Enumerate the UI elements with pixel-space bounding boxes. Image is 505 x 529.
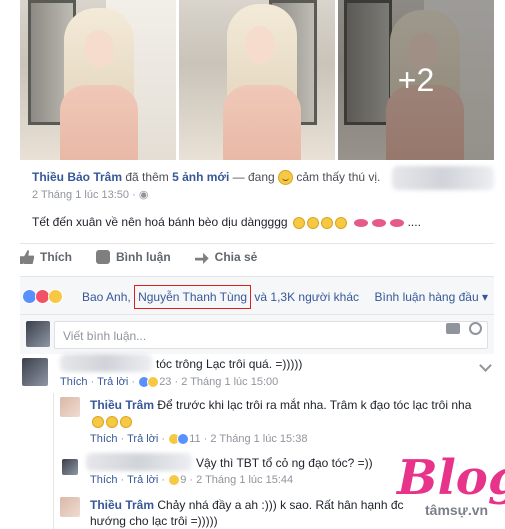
comment-author[interactable]: Thiều Trâm: [90, 398, 154, 412]
comment-timestamp[interactable]: 2 Tháng 1 lúc 15:44: [196, 474, 293, 486]
kiss-emoji-icon: [354, 218, 369, 227]
comment-like-link[interactable]: Thích: [90, 474, 118, 486]
tongue-emoji-icon: [334, 216, 347, 229]
comment-reply-link[interactable]: Trả lời: [127, 474, 158, 486]
tongue-emoji-icon: [306, 216, 319, 229]
reply-thread-line: [53, 393, 54, 529]
thumbs-up-icon: [20, 250, 34, 264]
reaction-icons[interactable]: [22, 289, 63, 304]
tongue-emoji-icon: [320, 216, 333, 229]
comment-text: Vậy thì TBT tổ cỏ ng đạo tóc? =)): [196, 456, 373, 470]
haha-reaction-icon: [48, 289, 63, 304]
comment-meta: Thích · Trả lời · 11 · 2 Tháng 1 lúc 15:…: [90, 433, 308, 446]
post-caption: Tết đến xuân về nên hoá bánh bèo dịu dàn…: [32, 215, 421, 229]
like-reaction-icon: [177, 433, 190, 446]
avatar[interactable]: [62, 459, 78, 475]
like-button[interactable]: Thích: [20, 250, 72, 264]
haha-reaction-icon: [147, 376, 160, 389]
post-action-text: đã thêm: [125, 170, 169, 184]
post-action-bar: Thích Bình luận Chia sẻ: [20, 250, 257, 264]
comment-text: Thiều Trâm Để trước khi lạc trôi ra mắt …: [90, 398, 472, 412]
comment-meta: Thích · Trả lời · 23 · 2 Tháng 1 lúc 15:…: [60, 376, 279, 389]
globe-icon: ◉: [138, 189, 149, 201]
more-photos-count[interactable]: +2: [338, 0, 494, 160]
post-photo-2[interactable]: [179, 0, 335, 160]
comment-text: Thiều Trâm Chảy nhá đầy a ah :))) k sao.…: [90, 498, 404, 512]
comment-emojis: [90, 414, 132, 428]
post-photo-grid: +2: [20, 0, 494, 160]
comment-text-continued: hướng cho lạc trôi =))))): [90, 514, 218, 528]
comment-timestamp[interactable]: 2 Tháng 1 lúc 15:38: [210, 433, 307, 445]
comment-reply-link[interactable]: Trả lời: [97, 376, 128, 388]
tongue-emoji-icon: [292, 216, 305, 229]
haha-reaction-icon: [168, 474, 181, 487]
share-arrow-icon: [194, 252, 209, 264]
laugh-emoji-icon: [106, 415, 118, 428]
comment-input[interactable]: Viết bình luận...: [54, 321, 488, 349]
blurred-region: [392, 166, 494, 190]
post-author-name[interactable]: Thiều Bảo Trâm: [32, 170, 122, 184]
chevron-down-icon[interactable]: [479, 359, 492, 372]
divider: [20, 243, 494, 244]
laugh-emoji-icon: [92, 415, 104, 428]
comment-timestamp[interactable]: 2 Tháng 1 lúc 15:00: [181, 376, 278, 388]
reaction-count[interactable]: 23: [159, 376, 171, 388]
emoji-picker-icon[interactable]: [469, 322, 482, 335]
comment-text: tóc trông Lạc trôi quá. =))))): [156, 357, 303, 371]
post-photos-link[interactable]: 5 ảnh mới: [172, 170, 229, 184]
comment-button[interactable]: Bình luận: [96, 250, 171, 264]
feeling-emoji-icon: [278, 170, 294, 186]
kiss-emoji-icon: [372, 218, 387, 227]
reaction-count[interactable]: 11: [189, 433, 200, 445]
feeling-prefix: — đang: [232, 170, 275, 184]
blog-watermark-logo: Blog tâmsự.vn: [397, 450, 505, 518]
blurred-region: [60, 354, 152, 372]
comment-like-link[interactable]: Thích: [60, 376, 88, 388]
speech-bubble-icon: [96, 250, 110, 264]
laugh-emoji-icon: [120, 415, 132, 428]
kiss-emoji-icon: [390, 218, 405, 227]
share-button[interactable]: Chia sẻ: [194, 250, 257, 264]
blurred-region: [86, 453, 192, 471]
comment-sort-dropdown[interactable]: Bình luận hàng đầu ▾: [375, 290, 488, 304]
avatar: [26, 321, 50, 347]
comment-author[interactable]: Thiều Trâm: [90, 498, 154, 512]
comment-like-link[interactable]: Thích: [90, 433, 118, 445]
reaction-count[interactable]: 9: [180, 474, 186, 486]
reactors-list[interactable]: Bao Anh, Nguyễn Thanh Tùng và 1,3K người…: [82, 285, 359, 309]
comment-meta: Thích · Trả lời · 9 · 2 Tháng 1 lúc 15:4…: [90, 474, 294, 487]
post-author-line: Thiều Bảo Trâm đã thêm 5 ảnh mới — đang …: [32, 170, 381, 186]
comment-reply-link[interactable]: Trả lời: [127, 433, 158, 445]
camera-icon[interactable]: [446, 323, 460, 334]
post-timestamp[interactable]: 2 Tháng 1 lúc 13:50 · ◉: [32, 188, 148, 201]
avatar[interactable]: [60, 497, 80, 517]
post-photo-1[interactable]: [20, 0, 176, 160]
feeling-text: cảm thấy thú vị.: [296, 170, 381, 184]
comment-composer: Viết bình luận...: [20, 314, 494, 354]
reactions-summary: Bao Anh, Nguyễn Thanh Tùng và 1,3K người…: [20, 276, 494, 314]
avatar[interactable]: [22, 358, 48, 386]
avatar[interactable]: [60, 397, 80, 417]
post-photo-3[interactable]: +2: [338, 0, 494, 160]
highlighted-reactor[interactable]: Nguyễn Thanh Tùng: [134, 285, 252, 309]
